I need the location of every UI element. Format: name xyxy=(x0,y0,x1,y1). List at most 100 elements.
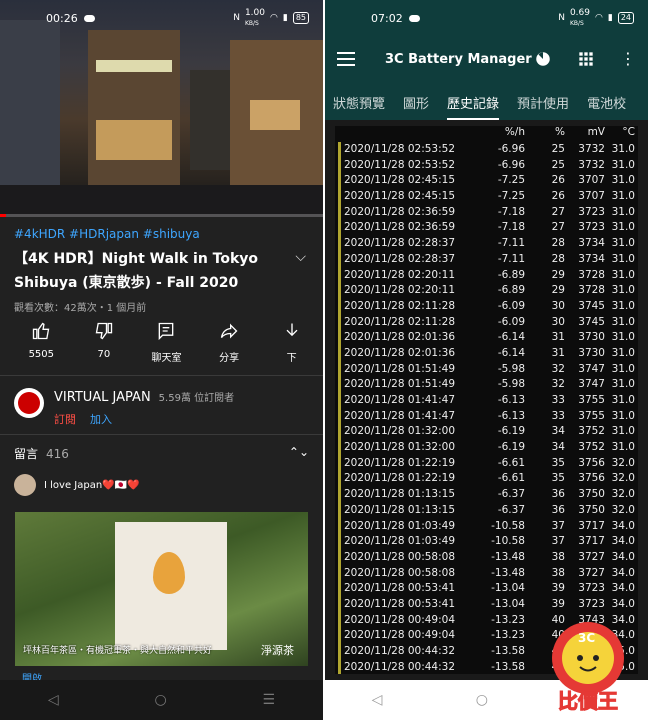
table-cell: 31.0 xyxy=(611,174,635,187)
table-cell: -6.61 xyxy=(497,456,525,469)
tab-1[interactable]: 圖形 xyxy=(403,93,429,112)
table-cell: 25 xyxy=(551,158,565,171)
like-button[interactable]: 5505 xyxy=(10,321,73,375)
tab-3[interactable]: 預計使用 xyxy=(517,93,569,112)
video-title[interactable]: 【4K HDR】Night Walk in Tokyo Shibuya (東京散… xyxy=(14,247,284,295)
history-table[interactable]: %/h% mV °C 2020/11/28 02:53:52 -6.96 25 3732 3… xyxy=(335,126,638,674)
table-row[interactable]: 2020/11/28 00:58:08 -13.48 38 3727 34.0 xyxy=(335,565,638,582)
table-row[interactable]: 2020/11/28 02:36:59 -7.18 27 3723 31.0 xyxy=(335,220,638,236)
table-cell: -13.04 xyxy=(491,582,525,595)
table-cell: -6.09 xyxy=(497,299,525,312)
subscribe-button[interactable]: 訂閱 xyxy=(54,411,76,427)
table-cell: -6.13 xyxy=(497,409,525,422)
table-row[interactable]: 2020/11/28 02:45:15 -7.25 26 3707 31.0 xyxy=(335,173,638,189)
dislike-button[interactable]: 70 xyxy=(73,321,136,375)
table-cell: 2020/11/28 02:20:11 xyxy=(344,284,456,297)
table-cell: 3730 xyxy=(578,331,605,344)
nfc-icon: N xyxy=(558,13,565,23)
table-cell: 31.0 xyxy=(611,394,635,406)
watermark-letters: 3C xyxy=(578,631,595,645)
table-row[interactable]: 2020/11/28 02:53:52 -6.96 25 3732 31.0 xyxy=(335,142,638,158)
tab-4[interactable]: 電池校 xyxy=(587,93,626,112)
table-row[interactable]: 2020/11/28 00:58:08 -13.48 38 3727 34.0 xyxy=(335,549,638,566)
join-button[interactable]: 加入 xyxy=(90,411,112,427)
more-options-icon[interactable]: ⋮ xyxy=(620,51,636,67)
table-cell: -6.09 xyxy=(497,315,525,328)
table-cell: 31.0 xyxy=(611,221,635,234)
table-row[interactable]: 2020/11/28 01:03:49 -10.58 37 3717 34.0 xyxy=(335,534,638,550)
table-cell: 31.0 xyxy=(611,441,635,454)
channel-subscribers: 5.59萬 位訂閱者 xyxy=(158,393,235,404)
table-row[interactable]: 2020/11/28 01:03:49 -10.58 37 3717 34.0 xyxy=(335,518,638,535)
menu-icon[interactable] xyxy=(337,52,355,66)
table-row[interactable]: 2020/11/28 01:13:15 -6.37 36 3750 32.0 xyxy=(335,487,638,503)
table-cell: -13.48 xyxy=(491,550,525,563)
channel-row[interactable]: VIRTUAL JAPAN 5.59萬 位訂閱者 訂閱 加入 xyxy=(0,376,323,434)
table-cell: 2020/11/28 01:32:00 xyxy=(344,441,456,454)
table-cell: 32 xyxy=(551,362,565,375)
speed-gauge-icon[interactable] xyxy=(534,50,552,68)
tab-2[interactable]: 歷史記錄 xyxy=(447,93,500,120)
table-row[interactable]: 2020/11/28 02:28:37 -7.11 28 3734 31.0 xyxy=(335,251,638,268)
comments-section[interactable]: 留言 416 ⌃⌄ I love Japan❤️🇯🇵❤️ xyxy=(0,435,323,506)
table-cell: -13.58 xyxy=(491,660,525,673)
table-cell: -6.19 xyxy=(497,441,525,454)
table-cell: -13.23 xyxy=(491,629,525,642)
table-cell: 36 xyxy=(551,488,565,501)
chevron-down-icon[interactable]: ⌵ xyxy=(284,247,306,295)
table-cell: 2020/11/28 02:28:37 xyxy=(344,237,456,250)
back-icon[interactable]: ◁ xyxy=(372,692,383,708)
table-row[interactable]: 2020/11/28 02:20:11 -6.89 29 3728 31.0 xyxy=(335,283,638,299)
share-button[interactable]: 分享 xyxy=(198,321,261,375)
home-icon[interactable]: ○ xyxy=(476,692,488,708)
table-row[interactable]: 2020/11/28 01:51:49 -5.98 32 3747 31.0 xyxy=(335,361,638,378)
table-row[interactable]: 2020/11/28 01:22:19 -6.61 35 3756 32.0 xyxy=(335,455,638,472)
table-cell: 34 xyxy=(551,425,565,438)
building-shape xyxy=(88,30,180,190)
table-row[interactable]: 2020/11/28 02:01:36 -6.14 31 3730 31.0 xyxy=(335,345,638,362)
table-row[interactable]: 2020/11/28 00:53:41 -13.04 39 3723 34.0 xyxy=(335,596,638,613)
table-row[interactable]: 2020/11/28 02:01:36 -6.14 31 3730 31.0 xyxy=(335,330,638,346)
table-row[interactable]: 2020/11/28 01:32:00 -6.19 34 3752 31.0 xyxy=(335,440,638,456)
table-body[interactable]: 2020/11/28 02:53:52 -6.96 25 3732 31.0 2020/1… xyxy=(335,142,638,674)
table-row[interactable]: 2020/11/28 00:53:41 -13.04 39 3723 34.0 xyxy=(335,581,638,597)
table-row[interactable]: 2020/11/28 01:41:47 -6.13 33 3755 31.0 xyxy=(335,393,638,409)
table-row[interactable]: 2020/11/28 02:36:59 -7.18 27 3723 31.0 xyxy=(335,204,638,221)
table-cell: 2020/11/28 02:01:36 xyxy=(344,346,456,359)
table-row[interactable]: 2020/11/28 01:51:49 -5.98 32 3747 31.0 xyxy=(335,377,638,393)
ad-banner[interactable]: 坪林百年茶區・有機冠軍茶・與大自然和平共好 淨源茶 xyxy=(15,512,308,666)
table-cell: -7.18 xyxy=(497,221,525,234)
table-row[interactable]: 2020/11/28 01:22:19 -6.61 35 3756 32.0 xyxy=(335,471,638,487)
expand-icon[interactable]: ⌃⌄ xyxy=(289,445,309,462)
table-row[interactable]: 2020/11/28 02:11:28 -6.09 30 3745 31.0 xyxy=(335,298,638,315)
video-hashtags[interactable]: #4kHDR #HDRjapan #shibuya xyxy=(0,217,323,243)
table-cell: 31.0 xyxy=(611,346,635,359)
table-cell: -7.11 xyxy=(497,237,525,250)
table-cell: 29 xyxy=(551,268,565,281)
sign-light xyxy=(96,60,172,72)
table-cell: 2020/11/28 02:20:11 xyxy=(344,268,456,281)
channel-name[interactable]: VIRTUAL JAPAN xyxy=(54,390,151,405)
back-icon[interactable]: ◁ xyxy=(48,692,59,708)
table-row[interactable]: 2020/11/28 02:20:11 -6.89 29 3728 31.0 xyxy=(335,267,638,284)
download-button[interactable]: 下 xyxy=(260,321,323,375)
video-player[interactable]: 00:26 N 1.00 KB/S ◠ ▮ 85 xyxy=(0,0,323,217)
table-row[interactable]: 2020/11/28 01:41:47 -6.13 33 3755 31.0 xyxy=(335,408,638,425)
recents-icon[interactable]: ☰ xyxy=(263,692,276,708)
table-row[interactable]: 2020/11/28 02:28:37 -7.11 28 3734 31.0 xyxy=(335,236,638,252)
tab-0[interactable]: 狀態預覽 xyxy=(333,93,385,112)
channel-avatar[interactable] xyxy=(14,388,44,418)
top-comment: I love Japan❤️🇯🇵❤️ xyxy=(44,479,140,491)
chat-button[interactable]: 聊天室 xyxy=(135,321,198,375)
table-row[interactable]: 2020/11/28 01:13:15 -6.37 36 3750 32.0 xyxy=(335,502,638,519)
table-row[interactable]: 2020/11/28 02:11:28 -6.09 30 3745 31.0 xyxy=(335,314,638,331)
table-cell: 3728 xyxy=(578,284,605,297)
table-row[interactable]: 2020/11/28 02:53:52 -6.96 25 3732 31.0 xyxy=(335,157,638,174)
table-row[interactable]: 2020/11/28 01:32:00 -6.19 34 3752 31.0 xyxy=(335,424,638,440)
table-cell: 28 xyxy=(551,237,565,250)
table-row[interactable]: 2020/11/28 02:45:15 -7.25 26 3707 31.0 xyxy=(335,189,638,205)
table-cell: 32.0 xyxy=(611,488,635,501)
dislike-count: 70 xyxy=(97,349,111,360)
apps-grid-icon[interactable] xyxy=(578,51,594,67)
home-icon[interactable]: ○ xyxy=(155,692,167,708)
